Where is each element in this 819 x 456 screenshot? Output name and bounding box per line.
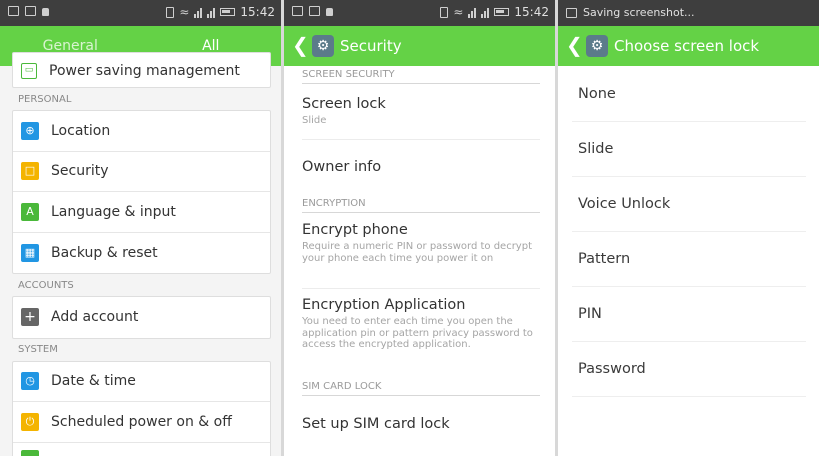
owner-info-item[interactable]: Owner info (302, 159, 534, 175)
status-notification-text: Saving screenshot... (583, 6, 695, 19)
section-encryption: ENCRYPTION (302, 198, 540, 213)
encryption-application-summary: You need to enter each time you open the… (302, 316, 533, 350)
personal-card: ⊕ Location □ Security A Language & input… (12, 110, 271, 274)
battery-saver-icon: ▭ (21, 63, 37, 79)
screen-lock-summary: Slide (302, 115, 327, 126)
choose-screen-lock-panel: Saving screenshot... ❮ ⚙ Choose screen l… (558, 0, 819, 456)
screen-lock-title: Screen lock (302, 96, 386, 112)
settings-item-backup[interactable]: ▦ Backup & reset (13, 233, 270, 274)
lock-option-pin[interactable]: PIN (578, 306, 602, 322)
section-screen-security: SCREEN SECURITY (302, 69, 540, 84)
settings-all-panel: ≈ 15:42 General All ▭ Power saving manag… (0, 0, 281, 456)
power-saving-card: ▭ Power saving management (12, 52, 271, 88)
page-title: Security (340, 37, 402, 55)
next-item-partial (13, 443, 270, 456)
scheduled-power-label: Scheduled power on & off (51, 413, 232, 430)
owner-info-title: Owner info (302, 159, 382, 175)
image-icon (8, 6, 19, 16)
encrypt-phone-summary: Require a numeric PIN or password to dec… (302, 241, 532, 264)
lock-icon: □ (21, 162, 39, 181)
divider (302, 139, 540, 140)
location-icon: ⊕ (21, 121, 39, 140)
status-bar: Saving screenshot... (558, 0, 819, 26)
backup-label: Backup & reset (51, 244, 158, 261)
date-time-label: Date & time (51, 373, 136, 390)
add-account-label: Add account (51, 309, 139, 326)
screen-icon (25, 6, 36, 16)
divider (572, 121, 806, 122)
location-label: Location (51, 122, 111, 139)
settings-item-location[interactable]: ⊕ Location (13, 111, 270, 152)
language-icon: A (21, 202, 39, 221)
power-icon: ⏻ (21, 412, 39, 431)
lock-option-voice-unlock[interactable]: Voice Unlock (578, 196, 670, 212)
security-app-bar: ❮ ⚙ Security (284, 26, 555, 66)
settings-item-date-time[interactable]: ◷ Date & time (13, 362, 270, 402)
lock-option-none[interactable]: None (578, 86, 616, 102)
battery-icon (494, 8, 510, 16)
security-panel: ≈ 15:42 ❮ ⚙ Security SCREEN SECURITY Scr… (284, 0, 555, 456)
vibrate-icon (166, 6, 175, 18)
backup-icon: ▦ (21, 243, 39, 262)
screen-lock-item[interactable]: Screen lock Slide (302, 96, 534, 127)
vibrate-icon (440, 6, 449, 18)
signal-icon (468, 6, 477, 18)
status-bar: ≈ 15:42 (284, 0, 555, 26)
sim-lock-title: Set up SIM card lock (302, 416, 450, 432)
wifi-icon: ≈ (179, 5, 190, 19)
divider (572, 396, 806, 397)
image-icon (566, 7, 577, 18)
encryption-application-item[interactable]: Encryption Application You need to enter… (302, 297, 534, 351)
signal-icon (194, 6, 203, 18)
encryption-application-title: Encryption Application (302, 297, 466, 313)
add-account-item[interactable]: + Add account (13, 297, 270, 338)
clock-icon: ◷ (21, 372, 39, 391)
lock-option-pattern[interactable]: Pattern (578, 251, 630, 267)
section-personal: PERSONAL (18, 93, 72, 105)
security-label: Security (51, 163, 109, 180)
back-chevron-icon[interactable]: ❮ (566, 34, 583, 56)
lock-option-password[interactable]: Password (578, 361, 646, 377)
accounts-card: + Add account (12, 296, 271, 339)
encrypt-phone-item[interactable]: Encrypt phone Require a numeric PIN or p… (302, 222, 534, 264)
language-label: Language & input (51, 203, 176, 220)
settings-list: ▭ Power saving management PERSONAL ⊕ Loc… (12, 52, 271, 456)
divider (572, 176, 806, 177)
divider (572, 341, 806, 342)
settings-gear-icon: ⚙ (586, 35, 608, 57)
divider (302, 288, 540, 289)
screenshot-root: ≈ 15:42 General All ▭ Power saving manag… (0, 0, 819, 456)
section-sim-card-lock: SIM CARD LOCK (302, 381, 540, 396)
back-chevron-icon[interactable]: ❮ (292, 34, 309, 56)
divider (572, 231, 806, 232)
lock-icon (42, 8, 49, 16)
wifi-icon: ≈ (453, 5, 464, 19)
clock-time: 15:42 (514, 5, 549, 19)
settings-item-language[interactable]: A Language & input (13, 192, 270, 233)
image-icon (292, 6, 303, 16)
plus-icon: + (21, 308, 39, 327)
section-accounts: ACCOUNTS (18, 279, 74, 291)
section-system: SYSTEM (18, 344, 58, 355)
choose-lock-app-bar: ❮ ⚙ Choose screen lock (558, 26, 819, 66)
lock-icon (326, 8, 333, 16)
status-bar: ≈ 15:42 (0, 0, 281, 26)
encrypt-phone-title: Encrypt phone (302, 222, 408, 238)
signal-icon-2 (481, 6, 490, 18)
clock-time: 15:42 (240, 5, 275, 19)
screen-icon (309, 6, 320, 16)
power-saving-item[interactable]: ▭ Power saving management (13, 53, 270, 87)
power-saving-label: Power saving management (49, 63, 240, 79)
system-card: ◷ Date & time ⏻ Scheduled power on & off (12, 360, 271, 456)
settings-item-scheduled-power[interactable]: ⏻ Scheduled power on & off (13, 402, 270, 443)
settings-item-security[interactable]: □ Security (13, 152, 270, 192)
battery-icon (220, 8, 236, 16)
sim-lock-item[interactable]: Set up SIM card lock (302, 416, 534, 432)
signal-icon-2 (207, 6, 216, 18)
settings-gear-icon: ⚙ (312, 35, 334, 57)
divider (572, 286, 806, 287)
page-title: Choose screen lock (614, 37, 760, 55)
partial-icon (21, 449, 39, 456)
lock-option-slide[interactable]: Slide (578, 141, 613, 157)
